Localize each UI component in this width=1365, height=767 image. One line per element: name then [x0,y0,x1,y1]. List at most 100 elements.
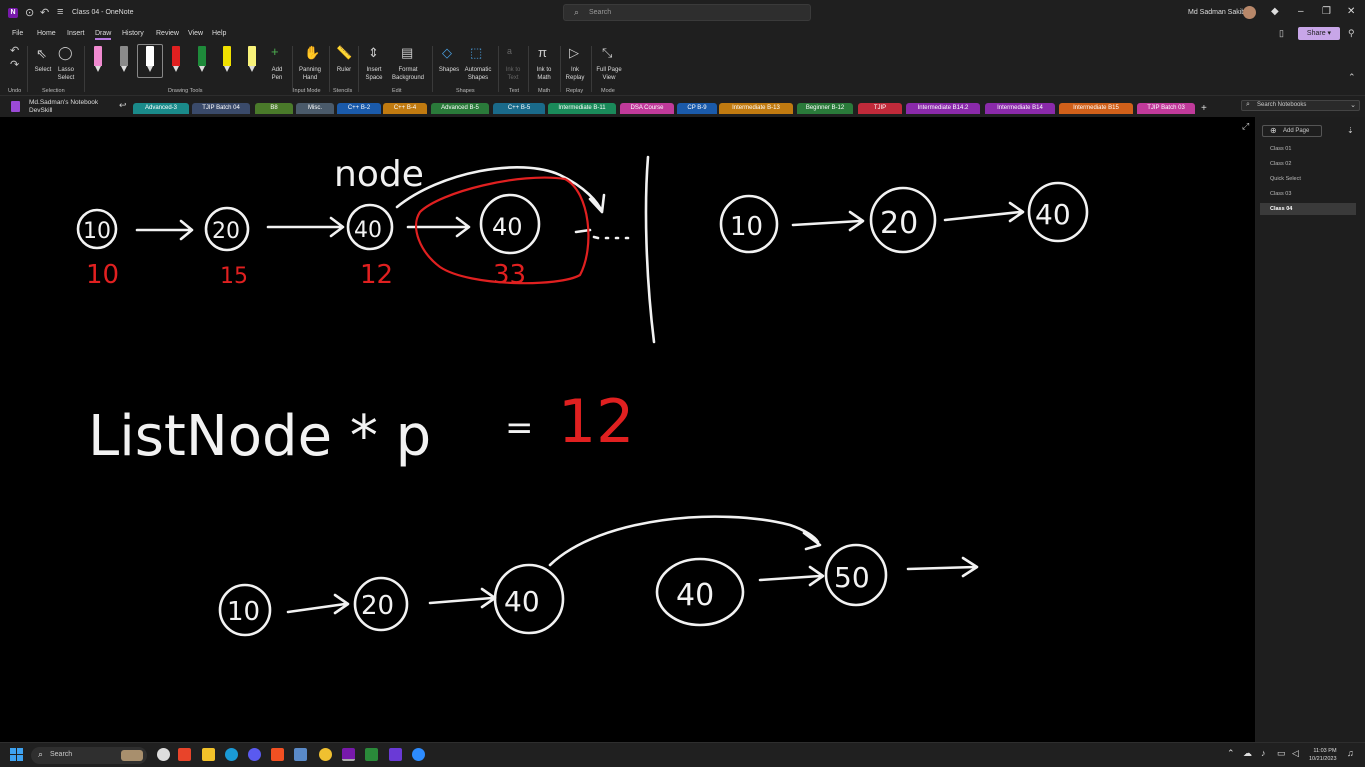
lasso-select-label[interactable]: Lasso Select [55,66,77,82]
close-icon[interactable]: ✕ [1347,6,1355,17]
share-button[interactable]: Share ▾ [1298,27,1340,40]
section-tab[interactable]: Intermediate B-13 [719,103,793,114]
minimize-icon[interactable]: – [1298,6,1304,17]
page-item-active[interactable]: Class 04 [1260,203,1356,215]
section-tab[interactable]: Intermediate B-11 [548,103,616,114]
app-icon[interactable] [178,748,191,761]
automatic-shapes-icon[interactable]: ⬚ [470,45,482,61]
add-pen-label[interactable]: Add Pen [266,66,288,82]
section-tab[interactable]: Intermediate B14 [985,103,1055,114]
insert-space-icon[interactable]: ⇕ [368,45,379,61]
flag-icon[interactable] [365,748,378,761]
section-tab[interactable]: DSA Course [620,103,674,114]
highlighter-yellow[interactable] [223,46,231,72]
section-tab[interactable]: B8 [255,103,293,114]
hand-icon[interactable]: ✋ [304,45,320,61]
menu-help[interactable]: Help [212,30,226,37]
section-tab[interactable]: Advanced-3 [133,103,189,114]
ink-to-math-label[interactable]: Ink to Math [533,66,555,82]
mail-icon[interactable] [294,748,307,761]
copilot-icon[interactable] [157,748,170,761]
search-input[interactable]: ⌕ Search [563,4,811,21]
section-tab[interactable]: TJIP [858,103,902,114]
ink-replay-icon[interactable]: ▷ [569,45,579,61]
pen-green[interactable] [198,46,206,72]
ruler-icon[interactable]: 📏 [336,45,352,61]
undo-icon[interactable]: ↶ [10,44,19,57]
visual-studio-icon[interactable] [389,748,402,761]
pen-white[interactable] [146,46,154,72]
lasso-icon[interactable]: ◯ [58,45,73,61]
format-background-label[interactable]: Format Background [387,66,429,82]
menu-file[interactable]: File [12,30,23,37]
pin-icon[interactable]: ⚲ [1348,28,1355,39]
redo-icon[interactable]: ↷ [10,58,19,71]
ruler-label[interactable]: Ruler [333,66,355,74]
menu-review[interactable]: Review [156,30,179,37]
avatar[interactable] [1243,6,1256,19]
automatic-shapes-label[interactable]: Automatic Shapes [462,66,494,82]
shapes-icon[interactable]: ◇ [442,45,452,61]
user-name[interactable]: Md Sadman Sakib [1188,9,1245,16]
section-tab[interactable]: C++ B-2 [337,103,381,114]
insert-space-label[interactable]: Insert Space [363,66,385,82]
page-item[interactable]: Class 01 [1260,143,1356,155]
add-page-button[interactable]: ⊕ Add Page [1262,125,1322,137]
section-tab[interactable]: C++ B-5 [493,103,545,114]
section-tab[interactable]: CP B-9 [677,103,717,114]
sort-icon[interactable]: ⇣ [1347,126,1354,135]
undo-icon[interactable]: ↶ [40,6,49,19]
messenger-icon[interactable] [248,748,261,761]
section-tab[interactable]: Intermediate B14.2 [906,103,980,114]
section-tab[interactable]: TJIP Batch 04 [192,103,250,114]
volume-icon[interactable]: ◁ [1292,748,1299,759]
page-item[interactable]: Class 02 [1260,158,1356,170]
menu-history[interactable]: History [122,30,144,37]
section-tab[interactable]: TJIP Batch 03 [1137,103,1195,114]
collapse-ribbon-icon[interactable]: ⌃ [1348,72,1356,83]
cloud-icon[interactable]: ☁ [1243,748,1252,759]
full-page-view-icon[interactable]: ⤡ [602,45,612,61]
zoom-icon[interactable] [412,748,425,761]
diamond-icon[interactable]: ◆ [1271,6,1279,17]
menu-view[interactable]: View [188,30,203,37]
section-tab[interactable]: Beginner B-12 [797,103,853,114]
search-notebooks-input[interactable]: ⌕ Search Notebooks ⌄ [1241,100,1360,111]
section-tab[interactable]: Intermediate B15 [1059,103,1133,114]
network-icon[interactable]: ▭ [1277,748,1286,759]
section-tab[interactable]: C++ B-4 [383,103,427,114]
clock[interactable]: 11:03 PM 10/21/2023 [1309,747,1337,763]
panning-hand-label[interactable]: Panning Hand [296,66,324,82]
pen-pink[interactable] [94,46,102,72]
quick-access-icon[interactable]: ≡ [57,6,63,18]
onenote-taskbar-icon[interactable] [342,748,355,761]
chevron-up-icon[interactable]: ⌃ [1227,748,1235,759]
notification-bell-icon[interactable]: ♫ [1347,748,1354,758]
ink-drawing[interactable]: node 10 20 40 40 10 15 12 33 10 20 40 Li… [0,117,1255,742]
store-icon[interactable] [271,748,284,761]
select-label[interactable]: Select [33,66,53,74]
section-tab[interactable]: Misc. [296,103,334,114]
format-background-icon[interactable]: ▤ [401,45,413,61]
highlighter-light-yellow[interactable] [248,46,256,72]
menu-draw[interactable]: Draw [95,30,112,40]
select-arrow-icon[interactable]: ⇖ [36,46,47,62]
shapes-label[interactable]: Shapes [436,66,462,74]
section-tab[interactable]: Advanced B-5 [431,103,489,114]
full-page-view-label[interactable]: Full Page View [594,66,624,82]
menu-insert[interactable]: Insert [67,30,85,37]
add-section-button[interactable]: + [1201,103,1207,114]
expand-icon[interactable]: ⤢ [1242,121,1249,132]
notebook-selector[interactable]: Md.Sadman's Notebook DevSkill [29,99,98,115]
pen-gray[interactable] [120,46,128,72]
immersive-reader-icon[interactable]: ▯ [1279,28,1284,39]
back-icon[interactable]: ↩ [119,100,127,111]
page-item[interactable]: Quick Select [1260,173,1356,185]
chevron-down-icon[interactable]: ⌄ [1350,101,1356,109]
restore-icon[interactable]: ❐ [1322,6,1331,17]
taskbar-search[interactable]: ⌕ Search [31,747,147,764]
add-pen-icon[interactable]: + [271,44,279,59]
ink-to-math-icon[interactable]: π [538,45,547,60]
microphone-icon[interactable]: ♪ [1261,748,1266,758]
back-icon[interactable]: ⊙ [25,6,34,19]
